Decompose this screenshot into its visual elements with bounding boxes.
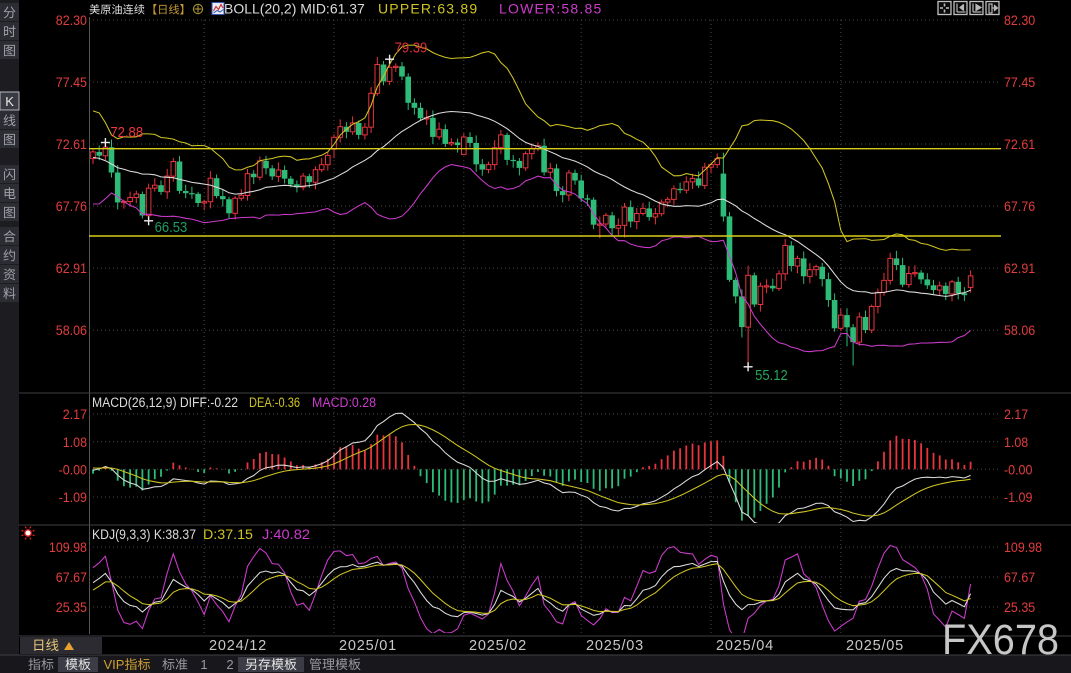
svg-text:62.91: 62.91 [1004, 260, 1035, 276]
svg-text:1.08: 1.08 [63, 434, 87, 450]
svg-text:77.45: 77.45 [1004, 74, 1035, 90]
svg-text:MACD(26,12,9) DIFF:-0.22: MACD(26,12,9) DIFF:-0.22 [92, 395, 238, 410]
svg-text:72.61: 72.61 [1004, 136, 1035, 152]
svg-text:2025/05: 2025/05 [846, 638, 904, 654]
svg-text:BOLL(20,2) MID:61.37: BOLL(20,2) MID:61.37 [224, 1, 365, 17]
svg-text:2025/01: 2025/01 [339, 638, 397, 654]
svg-text:-1.09: -1.09 [59, 489, 88, 505]
svg-text:25.35: 25.35 [56, 599, 87, 615]
svg-text:79.39: 79.39 [395, 41, 428, 57]
svg-text:KDJ(9,3,3) K:38.37: KDJ(9,3,3) K:38.37 [92, 527, 196, 542]
svg-text:109.98: 109.98 [49, 539, 87, 555]
svg-text:UPPER:63.89: UPPER:63.89 [378, 1, 478, 17]
svg-text:2024/12: 2024/12 [209, 638, 267, 654]
svg-text:J:40.82: J:40.82 [262, 527, 310, 542]
svg-text:2025/04: 2025/04 [716, 638, 774, 654]
svg-text:-0.00: -0.00 [1004, 461, 1033, 477]
svg-text:62.91: 62.91 [56, 260, 87, 276]
svg-text:LOWER:58.85: LOWER:58.85 [499, 1, 602, 17]
svg-text:55.12: 55.12 [755, 368, 788, 384]
svg-text:D:37.15: D:37.15 [203, 527, 253, 542]
svg-text:77.45: 77.45 [56, 74, 87, 90]
svg-text:72.61: 72.61 [56, 136, 87, 152]
svg-text:2: 2 [226, 657, 233, 672]
svg-text:58.06: 58.06 [1004, 322, 1035, 338]
svg-text:25.35: 25.35 [1004, 599, 1035, 615]
svg-text:2.17: 2.17 [63, 406, 87, 422]
svg-text:1.08: 1.08 [1004, 434, 1028, 450]
svg-text:66.53: 66.53 [155, 220, 188, 236]
svg-text:-1.09: -1.09 [1004, 489, 1033, 505]
svg-text:MACD:0.28: MACD:0.28 [312, 395, 376, 410]
svg-text:2025/02: 2025/02 [469, 638, 527, 654]
svg-text:67.67: 67.67 [1004, 569, 1035, 585]
svg-text:109.98: 109.98 [1004, 539, 1042, 555]
svg-text:2025/03: 2025/03 [586, 638, 644, 654]
svg-text:-0.00: -0.00 [59, 461, 88, 477]
svg-text:58.06: 58.06 [56, 322, 87, 338]
svg-text:DEA:-0.36: DEA:-0.36 [249, 395, 300, 410]
svg-text:82.30: 82.30 [56, 12, 87, 28]
svg-text:72.88: 72.88 [110, 125, 143, 141]
svg-text:67.76: 67.76 [1004, 198, 1035, 214]
svg-text:VIP: VIP [104, 657, 125, 672]
svg-text:67.67: 67.67 [56, 569, 87, 585]
svg-text:2.17: 2.17 [1004, 406, 1028, 422]
svg-text:67.76: 67.76 [56, 198, 87, 214]
svg-text:82.30: 82.30 [1004, 12, 1035, 28]
svg-text:1: 1 [200, 657, 207, 672]
svg-text:K: K [5, 94, 14, 109]
